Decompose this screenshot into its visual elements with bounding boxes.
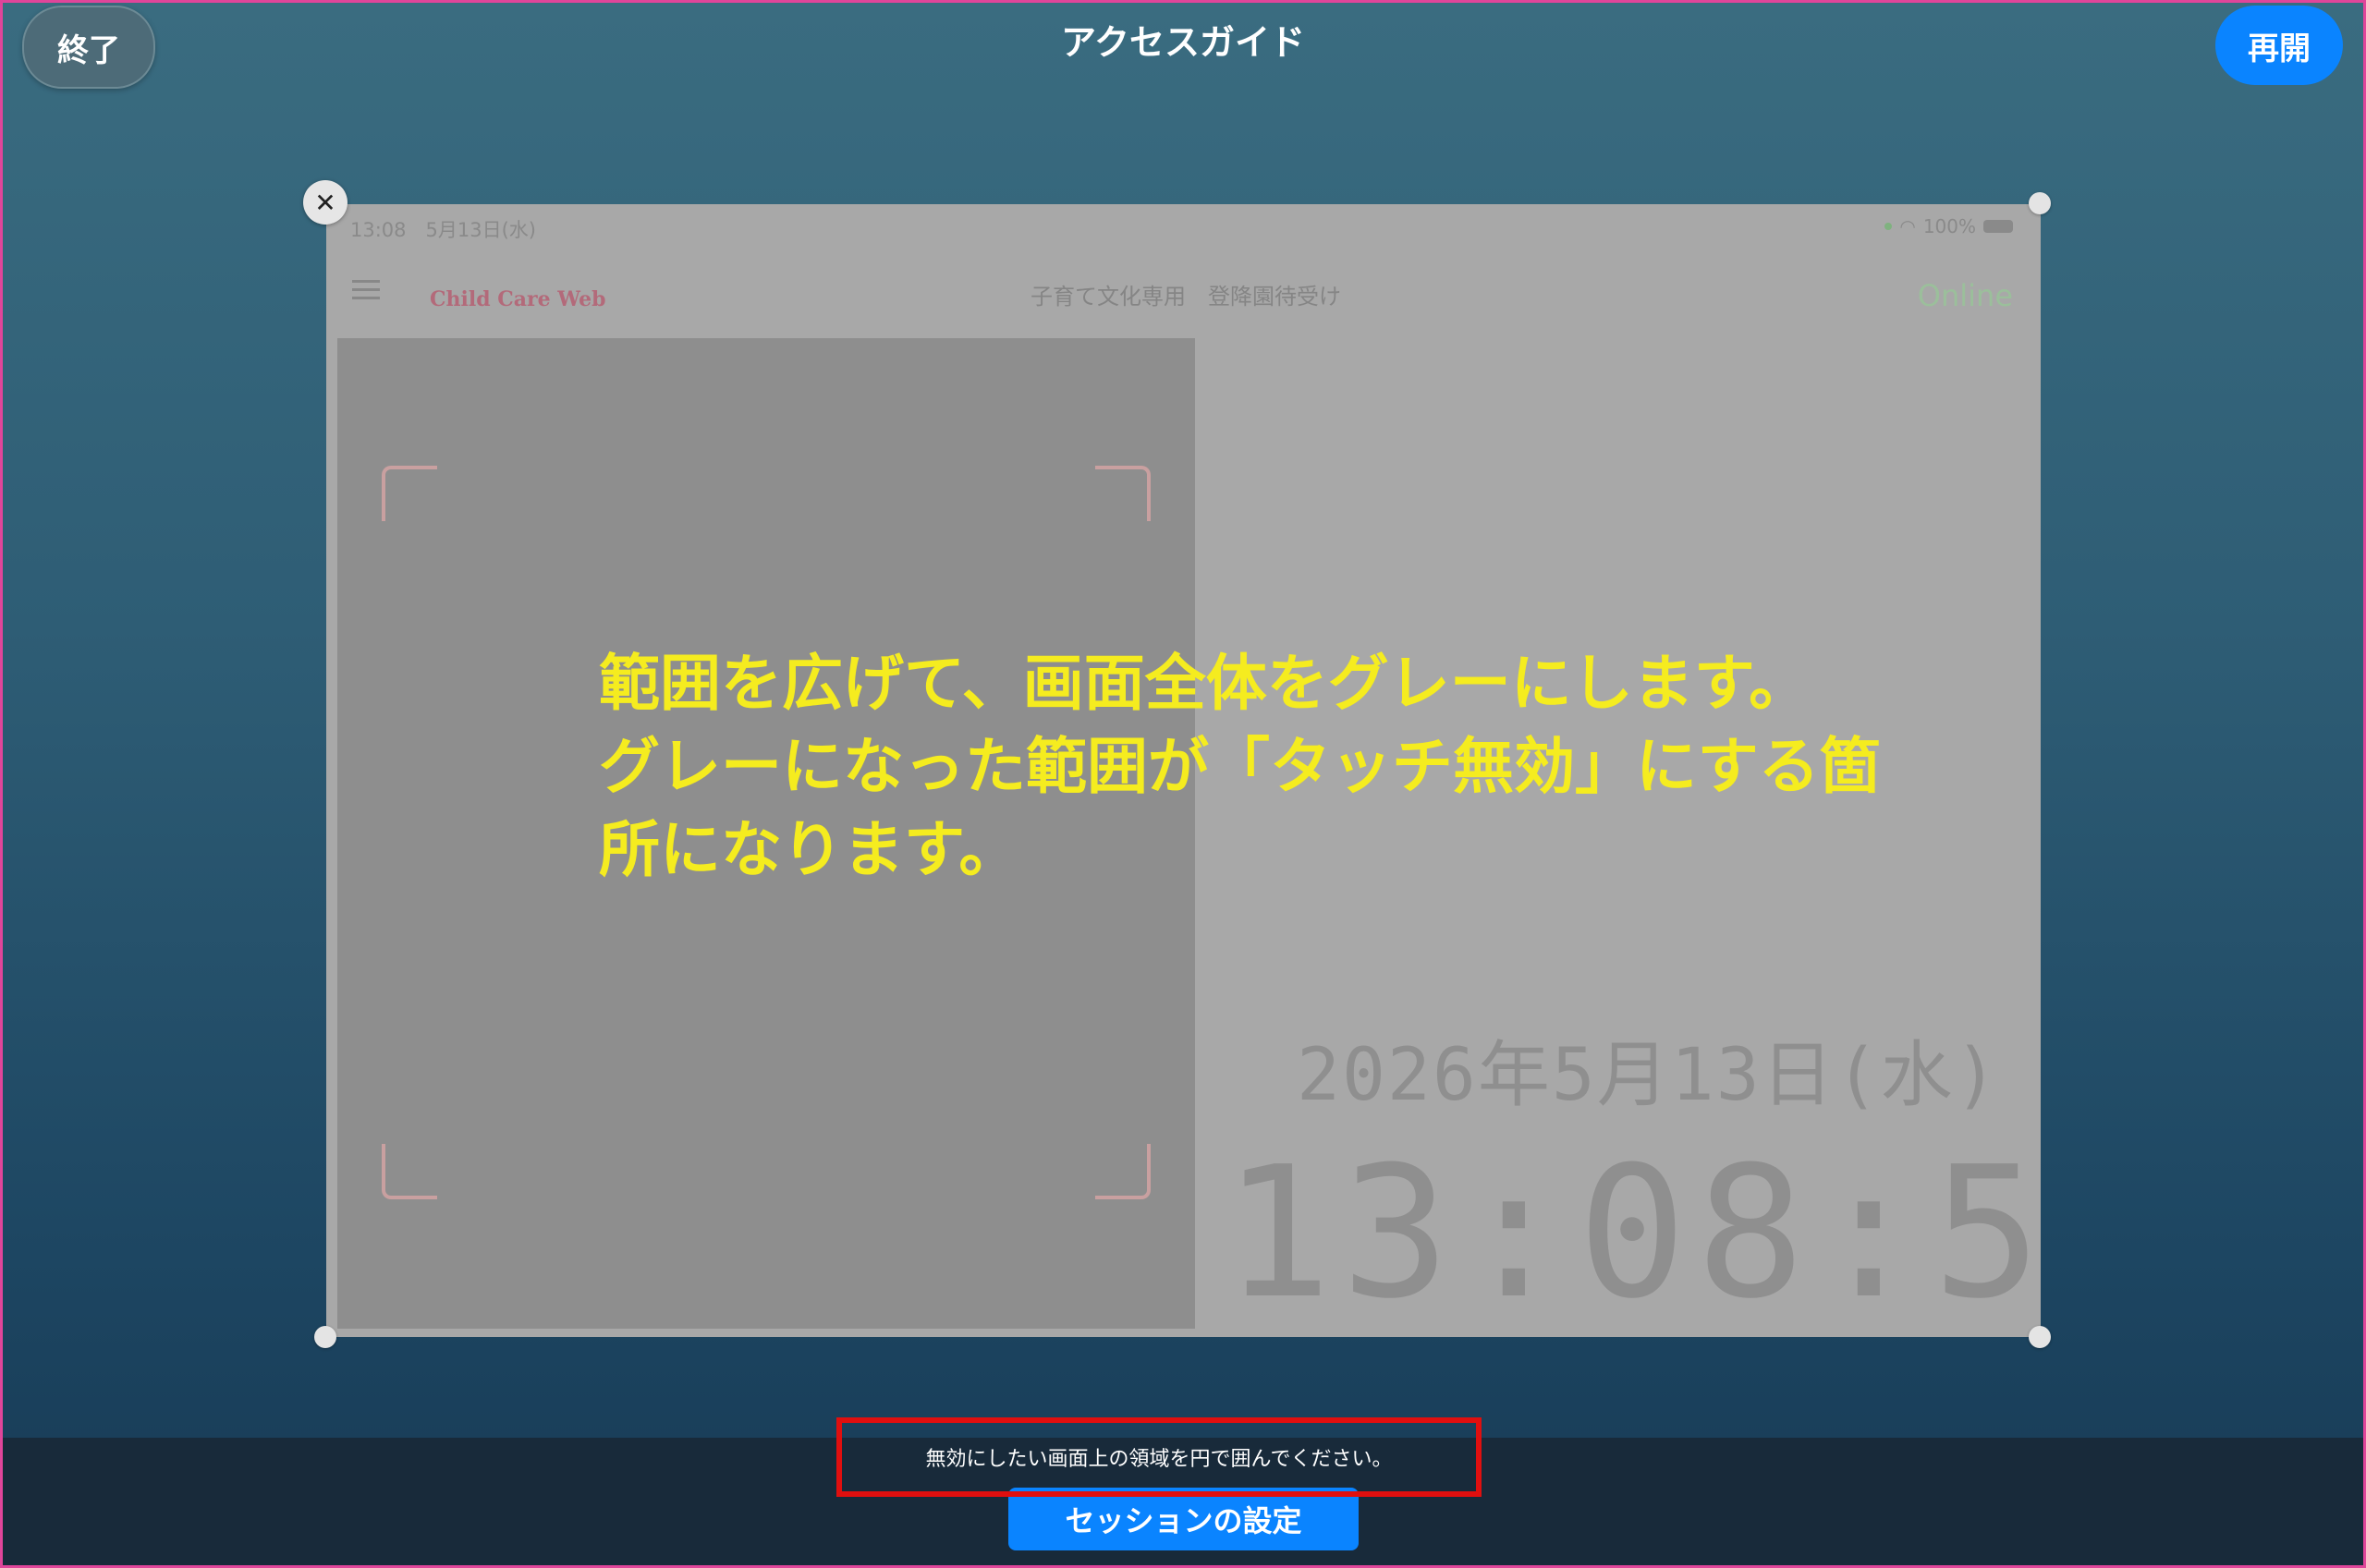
current-date: 2026年5月13日(水) bbox=[1297, 1034, 2000, 1117]
resize-handle-bottom-left[interactable] bbox=[314, 1326, 336, 1348]
scan-corner-bottom-right bbox=[1095, 1144, 1151, 1199]
scan-corner-top-left bbox=[382, 466, 437, 521]
status-time: 13:08 5月13日(水) bbox=[350, 219, 536, 241]
annotation-line: グレーになった範囲が「タッチ無効」にする箇 bbox=[599, 731, 1881, 802]
scan-corner-top-right bbox=[1095, 466, 1151, 521]
app-header: Child Care Web 子育て文化専用 登降園待受け Online bbox=[326, 250, 2041, 336]
current-time: 13:08:54 bbox=[1223, 1128, 2041, 1337]
battery-percent: 100% bbox=[1922, 215, 1976, 237]
battery-icon bbox=[1983, 220, 2013, 233]
status-bar: 13:08 5月13日(水) ◠ 100% bbox=[326, 204, 2041, 250]
online-status: Online bbox=[1917, 278, 2013, 313]
scan-corner-bottom-left bbox=[382, 1144, 437, 1199]
annotation-line: 範囲を広げて、画面全体をグレーにします。 bbox=[599, 648, 1811, 719]
annotation-line: 所になります。 bbox=[599, 814, 1020, 885]
hamburger-icon[interactable] bbox=[352, 280, 380, 300]
page-title: アクセスガイド bbox=[1060, 22, 1306, 63]
resize-handle-bottom-right[interactable] bbox=[2029, 1326, 2051, 1348]
resize-handle-top-right[interactable] bbox=[2029, 192, 2051, 214]
status-indicators: ◠ 100% bbox=[1884, 215, 2013, 237]
app-header-title: 子育て文化専用 登降園待受け bbox=[1031, 284, 1341, 310]
camera-indicator-icon bbox=[1884, 223, 1893, 230]
end-button[interactable]: 終了 bbox=[22, 6, 155, 89]
app-logo: Child Care Web bbox=[430, 287, 606, 311]
hint-highlight-box: 無効にしたい画面上の領域を円で囲んでください。 bbox=[836, 1417, 1482, 1497]
session-settings-button[interactable]: セッションの設定 bbox=[1008, 1488, 1359, 1550]
annotation-text: 範囲を広げて、画面全体をグレーにします。 グレーになった範囲が「タッチ無効」にす… bbox=[599, 642, 1893, 892]
close-icon[interactable]: ✕ bbox=[303, 180, 348, 225]
app-preview[interactable]: 13:08 5月13日(水) ◠ 100% Child Care Web 子育て… bbox=[326, 204, 2041, 1337]
hint-text: 無効にしたい画面上の領域を円で囲んでください。 bbox=[925, 1448, 1393, 1471]
resume-button[interactable]: 再開 bbox=[2215, 6, 2343, 85]
wifi-icon: ◠ bbox=[1899, 215, 1916, 237]
